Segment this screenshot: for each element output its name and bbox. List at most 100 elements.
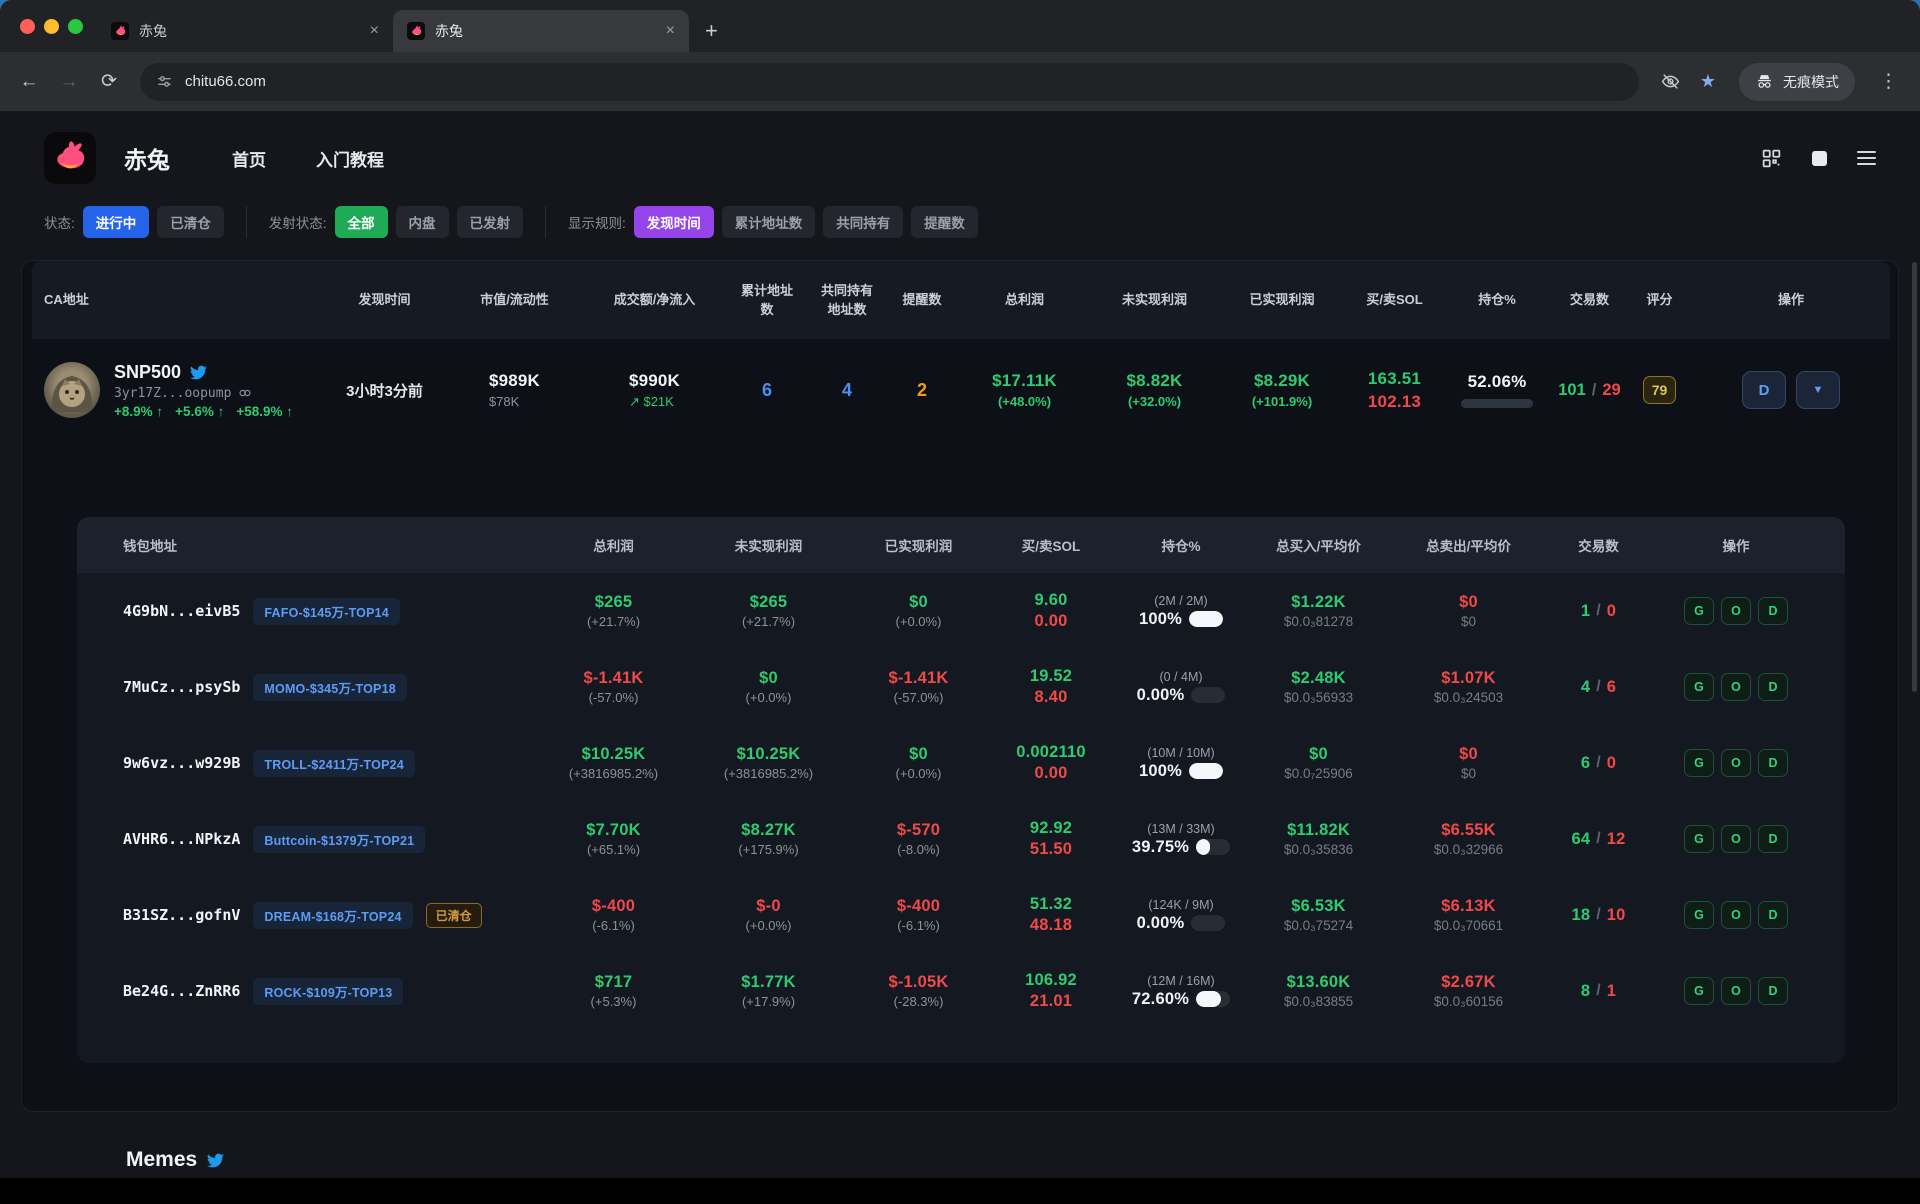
unrealized-profit-value: $0: [759, 669, 778, 688]
filter-option[interactable]: 累计地址数: [722, 206, 816, 238]
action-g-button[interactable]: G: [1684, 749, 1714, 777]
realized-profit-value: $8.29K: [1254, 371, 1310, 391]
wallet-address[interactable]: 4G9bN...eivB5: [123, 602, 240, 620]
token-ref-badge[interactable]: MOMO-$345万-TOP18: [253, 674, 406, 701]
bookmark-star-icon[interactable]: ★: [1691, 65, 1725, 99]
forward-button[interactable]: →: [52, 65, 86, 99]
scan-qr-icon[interactable]: [1761, 148, 1782, 169]
position-bar: [1461, 399, 1533, 408]
zoom-window-button[interactable]: [68, 19, 83, 34]
tab-close-icon[interactable]: ×: [666, 23, 675, 39]
action-d-button[interactable]: D: [1758, 901, 1788, 929]
token-ref-badge[interactable]: ROCK-$109万-TOP13: [253, 978, 403, 1005]
buy-total-value: $1.22K: [1291, 593, 1345, 612]
wallet-table: 钱包地址总利润未实现利润已实现利润买/卖SOL持仓%总买入/平均价总卖出/平均价…: [77, 517, 1845, 1063]
token-ref-badge[interactable]: DREAM-$168万-TOP24: [253, 902, 412, 929]
total-profit-pct: (+5.3%): [591, 994, 637, 1009]
scrollbar-thumb[interactable]: [1912, 262, 1917, 692]
link-icon[interactable]: [238, 386, 252, 400]
action-g-button[interactable]: G: [1684, 597, 1714, 625]
sell-total-value: $0: [1459, 745, 1478, 764]
token-name[interactable]: SNP500: [114, 362, 181, 383]
action-d-button[interactable]: D: [1742, 371, 1786, 409]
new-tab-button[interactable]: +: [689, 10, 734, 52]
action-d-button[interactable]: D: [1758, 977, 1788, 1005]
hamburger-menu-icon[interactable]: [1857, 151, 1876, 165]
expand-button[interactable]: ▼: [1796, 371, 1840, 409]
twitter-icon[interactable]: [190, 364, 207, 381]
action-g-button[interactable]: G: [1684, 901, 1714, 929]
token-ref-badge[interactable]: Buttcoin-$1379万-TOP21: [253, 826, 425, 853]
token-avatar[interactable]: [44, 362, 100, 418]
supply-held: (10M / 10M): [1147, 746, 1214, 760]
token-ref-badge[interactable]: FAFO-$145万-TOP14: [253, 598, 400, 625]
filter-option-active[interactable]: 进行中: [83, 206, 150, 238]
action-o-button[interactable]: O: [1721, 977, 1751, 1005]
filter-option[interactable]: 已清仓: [157, 206, 224, 238]
incognito-icon: [1755, 72, 1774, 91]
filter-option[interactable]: 提醒数: [911, 206, 978, 238]
minimize-window-button[interactable]: [44, 19, 59, 34]
browser-tab-inactive[interactable]: 赤兔 ×: [97, 10, 393, 52]
buy-avg-price: $0.0₃81278: [1284, 614, 1353, 629]
back-button[interactable]: ←: [12, 65, 46, 99]
wallet-row: Be24G...ZnRR6 ROCK-$109万-TOP13 $717 (+5.…: [77, 953, 1845, 1029]
column-header: 共同持有地址数: [807, 281, 887, 320]
action-d-button[interactable]: D: [1758, 825, 1788, 853]
unrealized-profit-value: $8.82K: [1126, 371, 1182, 391]
nav-tutorial[interactable]: 入门教程: [316, 146, 384, 171]
token-address[interactable]: 3yr17Z...oopump: [114, 386, 231, 401]
column-header: 钱包地址: [101, 535, 541, 555]
stop-square-icon[interactable]: [1812, 151, 1827, 166]
reload-button[interactable]: ⟳: [92, 65, 126, 99]
action-o-button[interactable]: O: [1721, 597, 1751, 625]
next-token-name[interactable]: Memes: [126, 1148, 197, 1172]
action-g-button[interactable]: G: [1684, 977, 1714, 1005]
action-d-button[interactable]: D: [1758, 597, 1788, 625]
menu-dots-icon[interactable]: ⋮: [1869, 70, 1908, 93]
filter-option-active[interactable]: 发现时间: [634, 206, 714, 238]
url-bar[interactable]: chitu66.com: [140, 63, 1639, 101]
brand-title: 赤兔: [124, 141, 170, 175]
browser-tab-active[interactable]: 赤兔 ×: [393, 10, 689, 52]
eye-off-icon[interactable]: [1653, 65, 1687, 99]
filter-label: 状态:: [44, 212, 75, 232]
close-window-button[interactable]: [20, 19, 35, 34]
action-o-button[interactable]: O: [1721, 673, 1751, 701]
wallet-address[interactable]: 9w6vz...w929B: [123, 754, 240, 772]
buy-avg-price: $0.0₃56933: [1284, 690, 1353, 705]
site-logo-rabbit-icon[interactable]: [44, 132, 96, 184]
supply-held: (13M / 33M): [1147, 822, 1214, 836]
alert-count: 2: [917, 380, 927, 401]
tab-close-icon[interactable]: ×: [370, 23, 379, 39]
token-ref-badge[interactable]: TROLL-$2411万-TOP24: [253, 750, 415, 777]
buy-sol-value: 163.51: [1368, 369, 1421, 389]
filter-option[interactable]: 共同持有: [823, 206, 903, 238]
wallet-address[interactable]: B31SZ...gofnV: [123, 906, 240, 924]
action-g-button[interactable]: G: [1684, 673, 1714, 701]
position-pct: 100%: [1139, 610, 1182, 629]
unrealized-profit-pct: (+17.9%): [742, 994, 795, 1009]
wallet-address[interactable]: Be24G...ZnRR6: [123, 982, 240, 1000]
filter-option-active[interactable]: 全部: [335, 206, 388, 238]
action-d-button[interactable]: D: [1758, 749, 1788, 777]
action-o-button[interactable]: O: [1721, 825, 1751, 853]
wallet-address[interactable]: 7MuCz...psySb: [123, 678, 240, 696]
column-header: 总利润: [541, 535, 686, 555]
tx-buy-count: 1: [1581, 602, 1590, 621]
action-g-button[interactable]: G: [1684, 825, 1714, 853]
action-o-button[interactable]: O: [1721, 749, 1751, 777]
filter-option[interactable]: 内盘: [396, 206, 449, 238]
tab-title: 赤兔: [435, 21, 463, 41]
wallet-address[interactable]: AVHR6...NPkzA: [123, 830, 240, 848]
twitter-icon[interactable]: [207, 1152, 224, 1169]
buy-total-value: $0: [1309, 745, 1328, 764]
buy-sol-value: 106.92: [1025, 971, 1077, 990]
filter-option[interactable]: 已发射: [457, 206, 524, 238]
unrealized-profit-value: $-0: [756, 897, 780, 916]
sell-avg-price: $0.0₃32966: [1434, 842, 1503, 857]
sell-sol-value: 48.18: [1030, 916, 1072, 935]
action-d-button[interactable]: D: [1758, 673, 1788, 701]
nav-home[interactable]: 首页: [232, 146, 266, 171]
action-o-button[interactable]: O: [1721, 901, 1751, 929]
